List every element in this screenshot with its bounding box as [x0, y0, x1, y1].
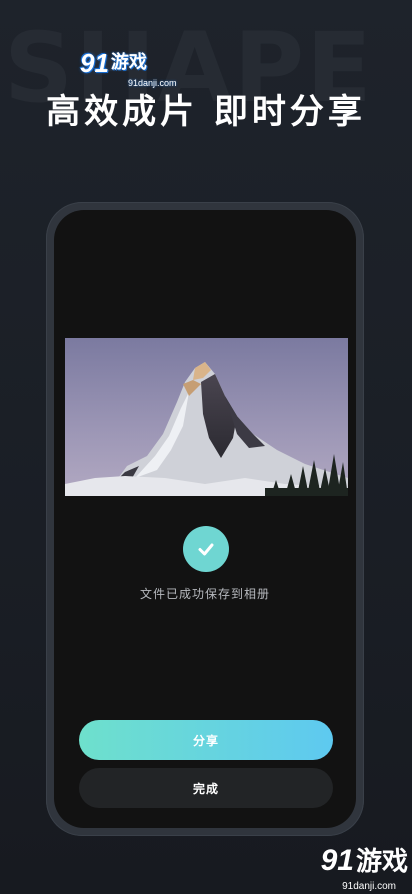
share-button[interactable]: 分享 — [79, 720, 333, 760]
watermark-bottom-number: 91 — [320, 844, 354, 877]
mountain-photo — [65, 338, 348, 496]
watermark-logo-top: 91 游戏 — [80, 50, 147, 76]
watermark-site-bottom: 91danji.com — [342, 881, 396, 892]
watermark-bottom-text: 游戏 — [355, 846, 408, 876]
headline: 高效成片 即时分享 — [46, 92, 366, 132]
app-store-screenshot: SHAPE 91 游戏 91danji.com 高效成片 即时分享 文件已成功保… — [0, 0, 412, 894]
check-icon — [198, 543, 214, 556]
phone-frame: 文件已成功保存到相册 分享 完成 — [46, 202, 364, 836]
saved-message: 文件已成功保存到相册 — [139, 587, 270, 601]
watermark-logo-bottom: 91游戏 — [321, 846, 408, 876]
phone-screen: 文件已成功保存到相册 分享 完成 — [54, 210, 356, 828]
success-badge — [183, 526, 229, 572]
watermark-logo-number: 91 — [80, 48, 109, 78]
done-button[interactable]: 完成 — [79, 768, 333, 808]
watermark-logo-text: 游戏 — [110, 52, 147, 72]
